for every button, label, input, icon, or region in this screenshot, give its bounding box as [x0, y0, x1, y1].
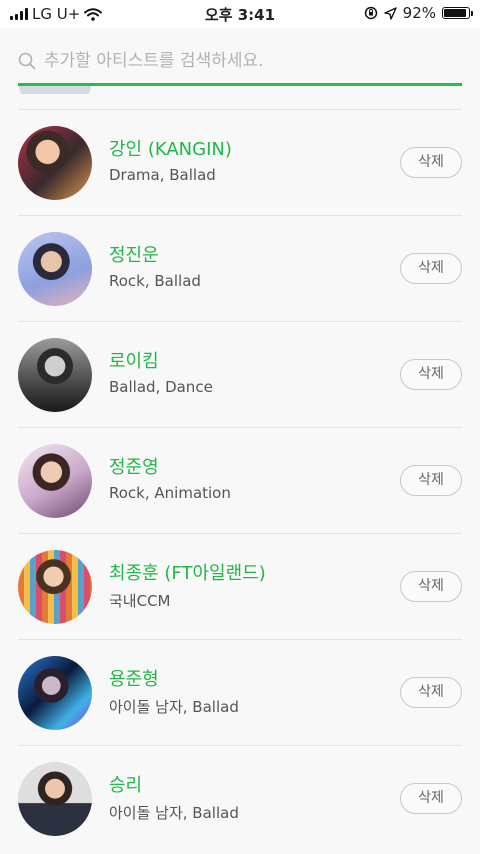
partial-list-item — [18, 86, 92, 94]
avatar — [18, 550, 92, 624]
artist-genre: 아이돌 남자, Ballad — [109, 804, 239, 822]
artist-list: 강인 (KANGIN) Drama, Ballad 삭제 정진운 Rock, B… — [0, 86, 480, 854]
list-item: 강인 (KANGIN) Drama, Ballad 삭제 — [18, 109, 462, 215]
artist-genre: Rock, Animation — [109, 484, 231, 502]
delete-button[interactable]: 삭제 — [400, 465, 462, 496]
artist-name: 강인 (KANGIN) — [109, 139, 232, 160]
artist-genre: Drama, Ballad — [109, 166, 216, 184]
list-item: 로이킴 Ballad, Dance 삭제 — [18, 321, 462, 427]
delete-button[interactable]: 삭제 — [400, 571, 462, 602]
artist-name: 정진운 — [109, 245, 159, 266]
artist-genre: 국내CCM — [109, 592, 171, 610]
avatar — [18, 338, 92, 412]
search-icon — [18, 52, 36, 70]
artist-name: 최종훈 (FT아일랜드) — [109, 563, 266, 584]
battery-percent: 92% — [402, 4, 436, 22]
artist-name: 로이킴 — [109, 351, 159, 372]
list-item: 용준형 아이돌 남자, Ballad 삭제 — [18, 639, 462, 745]
delete-button[interactable]: 삭제 — [400, 359, 462, 390]
delete-button[interactable]: 삭제 — [400, 677, 462, 708]
avatar — [18, 232, 92, 306]
list-item: 정진운 Rock, Ballad 삭제 — [18, 215, 462, 321]
avatar — [18, 656, 92, 730]
delete-button[interactable]: 삭제 — [400, 253, 462, 284]
artist-genre: 아이돌 남자, Ballad — [109, 698, 239, 716]
search-bar — [0, 28, 480, 86]
artist-name: 용준형 — [109, 669, 159, 690]
orientation-lock-icon — [364, 6, 377, 20]
list-item: 승리 아이돌 남자, Ballad 삭제 — [18, 745, 462, 851]
artist-name: 정준영 — [109, 457, 159, 478]
search-input[interactable] — [44, 51, 462, 71]
artist-name: 승리 — [109, 775, 143, 796]
delete-button[interactable]: 삭제 — [400, 783, 462, 814]
artist-genre: Ballad, Dance — [109, 378, 213, 396]
search-container[interactable] — [18, 46, 462, 76]
avatar — [18, 762, 92, 836]
list-item: 정준영 Rock, Animation 삭제 — [18, 427, 462, 533]
avatar — [18, 126, 92, 200]
status-right: 92% — [364, 4, 473, 22]
location-icon — [383, 6, 397, 20]
list-item: 최종훈 (FT아일랜드) 국내CCM 삭제 — [18, 533, 462, 639]
artist-genre: Rock, Ballad — [109, 272, 201, 290]
avatar — [18, 444, 92, 518]
battery-fill — [444, 9, 467, 17]
delete-button[interactable]: 삭제 — [400, 147, 462, 178]
battery-icon — [442, 7, 473, 19]
status-bar: LG U+ 오후 3:41 92% — [0, 0, 480, 28]
